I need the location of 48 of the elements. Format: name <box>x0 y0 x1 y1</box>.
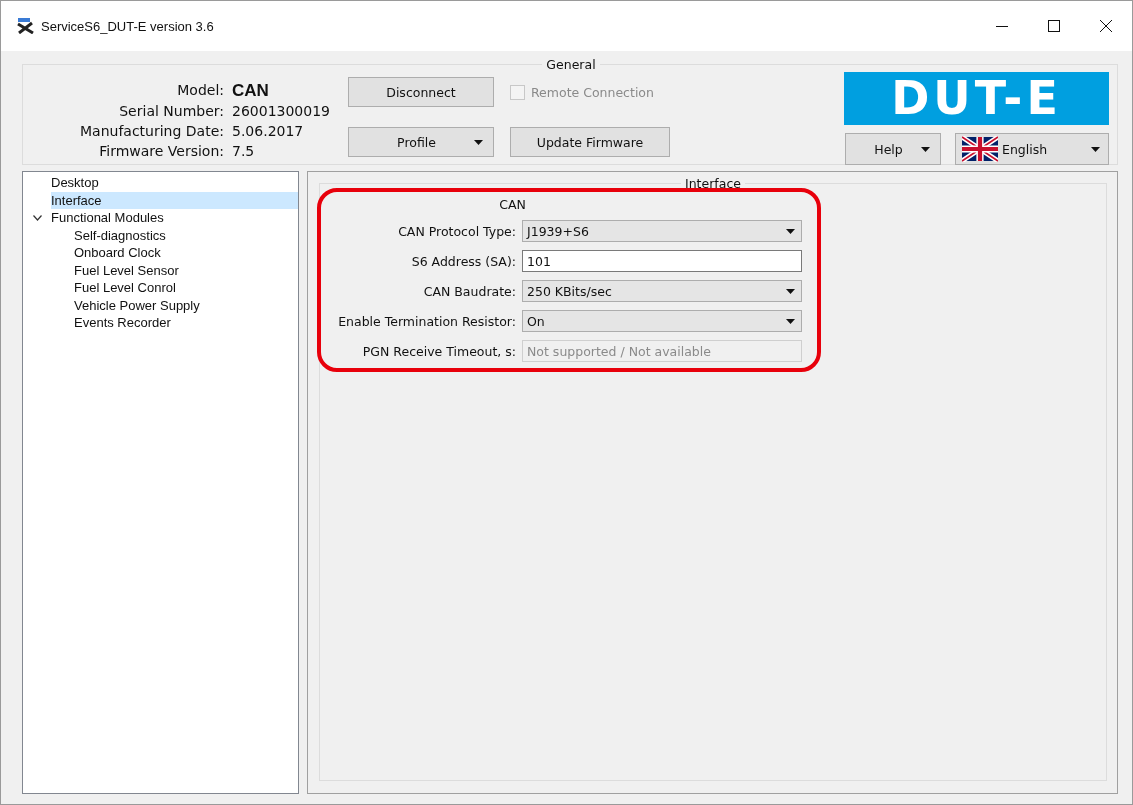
flag-icon <box>962 136 998 162</box>
disconnect-button[interactable]: Disconnect <box>348 77 494 107</box>
tree-item[interactable]: Functional Modules <box>51 209 298 227</box>
profile-button[interactable]: Profile <box>348 127 494 157</box>
info-label: Firmware Version: <box>98 143 224 159</box>
maximize-icon[interactable] <box>1048 20 1060 32</box>
tree-item[interactable]: Interface <box>51 191 298 209</box>
info-label: Manufacturing Date: <box>80 123 224 139</box>
info-label: Serial Number: <box>118 103 224 119</box>
update-firmware-button[interactable]: Update Firmware <box>510 127 670 157</box>
caret-icon <box>474 139 483 145</box>
tree-item[interactable]: Onboard Clock <box>74 244 298 262</box>
caret-icon <box>786 318 795 324</box>
field-label: Enable Termination Resistor: <box>337 313 516 329</box>
window-title: ServiceS6_DUT-E version 3.6 <box>41 18 214 34</box>
tree-item[interactable]: Self-diagnostics <box>74 226 298 244</box>
dropdown[interactable]: J1939+S6 <box>522 220 802 242</box>
field-label: CAN Protocol Type: <box>397 223 516 239</box>
info-value: 5.06.2017 <box>232 123 305 139</box>
tree-item[interactable]: Events Recorder <box>74 314 298 332</box>
input-field[interactable]: 101 <box>522 250 802 272</box>
group-title: Interface <box>684 176 742 191</box>
caret-icon <box>921 146 930 152</box>
info-label: Model: <box>176 82 224 99</box>
field-label: S6 Address (SA): <box>410 253 516 269</box>
info-value: 26001300019 <box>232 103 330 119</box>
field-label: PGN Receive Timeout, s: <box>361 343 516 359</box>
tree-item[interactable]: Vehicle Power Supply <box>74 296 298 314</box>
tree-item[interactable]: Fuel Level Conrol <box>74 279 298 297</box>
group-title: General <box>545 57 597 72</box>
caret-icon <box>786 228 795 234</box>
language-dropdown[interactable]: English <box>955 133 1109 165</box>
app-icon <box>17 18 35 34</box>
tree-item[interactable]: Fuel Level Sensor <box>74 261 298 279</box>
tree-item[interactable]: Desktop <box>51 174 298 192</box>
caret-icon <box>1091 146 1100 152</box>
dropdown[interactable]: On <box>522 310 802 332</box>
section-title: CAN <box>498 197 527 212</box>
logo: DUT-E <box>844 72 1109 125</box>
checkbox-label: Remote Connection <box>531 84 654 100</box>
chevron-icon[interactable] <box>33 214 42 221</box>
info-value: 7.5 <box>232 143 256 159</box>
close-icon[interactable] <box>1100 20 1112 32</box>
info-value: CAN <box>232 82 270 99</box>
caret-icon <box>786 288 795 294</box>
dropdown[interactable]: 250 KBits/sec <box>522 280 802 302</box>
field-label: CAN Baudrate: <box>422 283 516 299</box>
help-button[interactable]: Help <box>845 133 941 165</box>
